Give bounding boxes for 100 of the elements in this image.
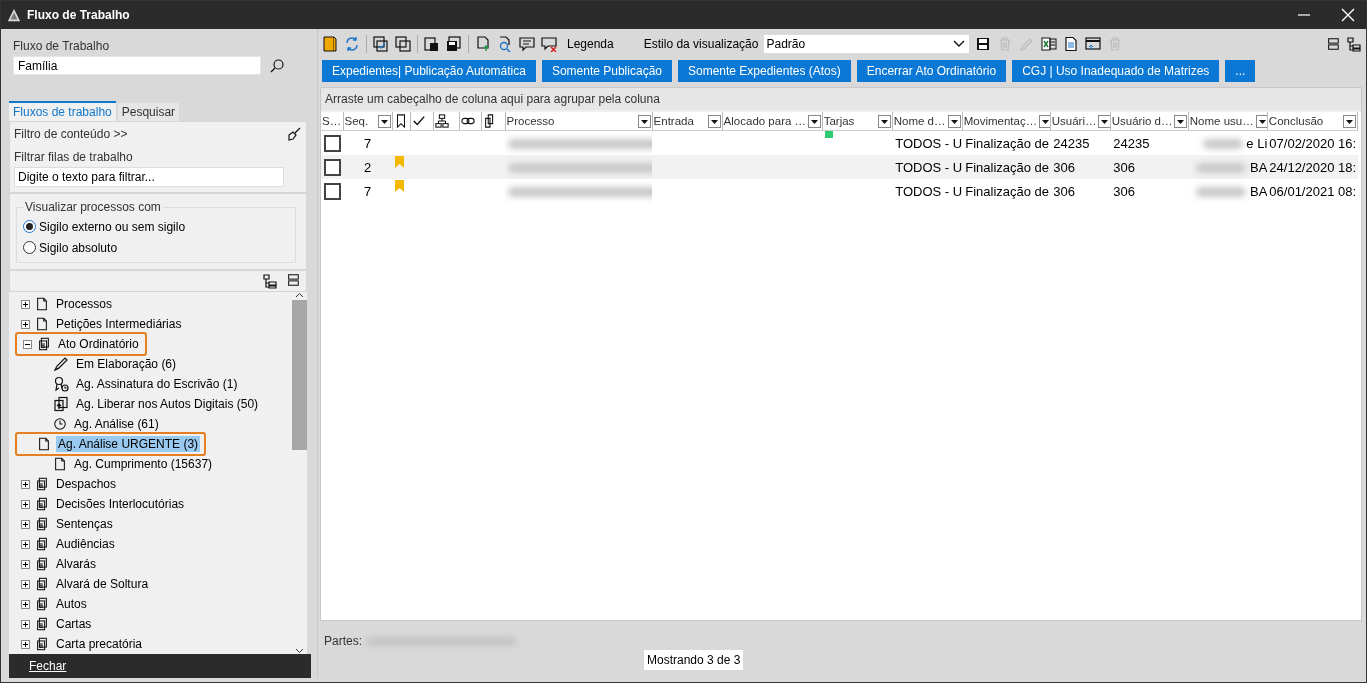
column-header[interactable]: Processo <box>506 115 555 127</box>
row-checkbox[interactable] <box>324 158 341 176</box>
content-filter-toggle[interactable]: Filtro de conteúdo >> <box>14 127 128 141</box>
row-checkbox[interactable] <box>324 134 341 152</box>
upload-document-icon[interactable] <box>475 36 491 52</box>
expand-toggle-icon[interactable] <box>21 519 30 529</box>
tree-item[interactable]: Em Elaboração (6) <box>74 356 179 372</box>
paste-icon[interactable] <box>424 36 440 52</box>
field-label: Filtrar filas de trabalho <box>14 150 134 164</box>
document-icon[interactable] <box>1063 36 1080 52</box>
tree-item[interactable]: Cartas <box>54 616 94 632</box>
column-header[interactable]: S… <box>322 115 342 127</box>
save-icon[interactable] <box>975 36 992 52</box>
close-button[interactable]: Fechar <box>29 659 67 673</box>
filter-dropdown-icon[interactable] <box>637 114 651 128</box>
tree-item[interactable]: Alvarás <box>54 556 98 572</box>
scrollbar[interactable] <box>292 292 307 654</box>
collapse-list-icon[interactable] <box>286 273 300 287</box>
column-header[interactable]: Nome usu… <box>1189 115 1254 127</box>
tree-item[interactable]: Autos <box>54 596 89 612</box>
table-cell: 24/12/2020 18: <box>1269 159 1357 175</box>
filter-dropdown-icon[interactable] <box>1343 114 1356 128</box>
tree-item[interactable]: Audiências <box>54 536 117 552</box>
search-document-icon[interactable] <box>497 36 513 52</box>
column-header[interactable]: Usuário d… <box>1111 115 1173 127</box>
table-cell: 306 <box>1053 183 1075 199</box>
expand-toggle-icon[interactable] <box>21 499 30 509</box>
expand-toggle-icon[interactable] <box>21 539 30 549</box>
tree-item[interactable]: Ato Ordinatório <box>56 336 141 352</box>
save-copy-icon[interactable] <box>446 36 462 52</box>
column-header[interactable]: Tarjas <box>823 115 855 127</box>
filter-dropdown-icon[interactable] <box>808 114 822 128</box>
filter-dropdown-icon[interactable] <box>1174 114 1188 128</box>
column-header[interactable]: Nome d… <box>893 115 946 127</box>
tree-item[interactable]: Decisões Interlocutórias <box>54 496 187 512</box>
filter-dropdown-icon[interactable] <box>707 114 721 128</box>
expand-toggle-icon[interactable] <box>21 479 30 489</box>
broom-icon[interactable] <box>286 126 302 142</box>
legend-button[interactable]: Legenda <box>567 37 614 51</box>
column-header[interactable]: Movimentaç… <box>963 115 1038 127</box>
filter-button[interactable]: Expedientes| Publicação Automática <box>322 60 536 82</box>
close-icon[interactable] <box>1340 7 1356 23</box>
tree-item[interactable]: Ag. Liberar nos Autos Digitais (50) <box>74 396 261 412</box>
expand-toggle-icon[interactable] <box>21 559 30 569</box>
tree-expand-icon[interactable] <box>1346 36 1362 52</box>
copy-icon[interactable] <box>395 36 411 52</box>
column-header[interactable]: Entrada <box>653 115 694 127</box>
tree-item[interactable]: Ag. Cumprimento (15637) <box>72 456 215 472</box>
filter-button[interactable]: Somente Expedientes (Atos) <box>678 60 851 82</box>
expand-toggle-icon[interactable] <box>21 319 30 329</box>
collapse-toggle-icon[interactable] <box>23 339 32 349</box>
tree-item[interactable]: Carta precatória <box>54 636 145 652</box>
comment-delete-icon[interactable] <box>541 36 557 52</box>
tree-item[interactable]: Ag. Análise URGENTE (3) <box>56 436 201 452</box>
filter-button[interactable]: CGJ | Uso Inadequado de Matrizes <box>1012 60 1220 82</box>
tree-item[interactable]: Processos <box>54 296 115 312</box>
window-icon[interactable] <box>1085 36 1102 52</box>
row-checkbox[interactable] <box>324 182 341 200</box>
expand-toggle-icon[interactable] <box>21 299 30 309</box>
refresh-icon[interactable] <box>344 36 360 52</box>
tree-item[interactable]: Sentenças <box>54 516 115 532</box>
view-style-dropdown[interactable]: Padrão <box>764 35 970 53</box>
scroll-up-icon[interactable] <box>295 292 304 298</box>
tree-item[interactable]: Alvará de Soltura <box>54 576 151 592</box>
workflow-field[interactable]: Família <box>13 56 261 75</box>
tree-item[interactable]: Petições Intermediárias <box>54 316 184 332</box>
tree-expand-icon[interactable] <box>262 273 278 289</box>
filter-button[interactable]: Somente Publicação <box>541 60 672 82</box>
tree-item[interactable]: Ag. Assinatura do Escrivão (1) <box>74 376 240 392</box>
filter-dropdown-icon[interactable] <box>1039 114 1050 128</box>
comment-icon[interactable] <box>519 36 535 52</box>
expand-toggle-icon[interactable] <box>21 579 30 589</box>
spreadsheet-icon[interactable] <box>1041 36 1058 52</box>
tree-item[interactable]: Ag. Análise (61) <box>72 416 161 432</box>
table-cell: TODOS - U <box>895 183 963 199</box>
filter-button[interactable]: ... <box>1225 60 1256 82</box>
filter-dropdown-icon[interactable] <box>1255 114 1267 128</box>
column-header[interactable]: Seq. <box>344 115 369 127</box>
scroll-down-icon[interactable] <box>295 648 304 654</box>
tree-item[interactable]: Despachos <box>54 476 119 492</box>
expand-toggle-icon[interactable] <box>21 599 30 609</box>
filter-dropdown-icon[interactable] <box>947 114 961 128</box>
filter-field[interactable]: Digite o texto para filtrar... <box>14 167 284 187</box>
filter-button[interactable]: Encerrar Ato Ordinatório <box>856 60 1007 82</box>
radio-button[interactable] <box>23 241 36 254</box>
filter-dropdown-icon[interactable] <box>377 114 391 128</box>
folder-icon[interactable] <box>322 35 338 53</box>
tab[interactable]: Fluxos de trabalho <box>9 101 116 121</box>
column-header[interactable]: Conclusão <box>1268 115 1324 127</box>
collapse-list-icon[interactable] <box>1326 37 1340 51</box>
filter-dropdown-icon[interactable] <box>1098 114 1110 128</box>
checklist-icon[interactable] <box>373 36 389 52</box>
column-header[interactable]: Usuári… <box>1051 115 1097 127</box>
filter-dropdown-icon[interactable] <box>877 114 891 128</box>
radio-button[interactable] <box>23 220 36 233</box>
column-header[interactable]: Alocado para … <box>723 115 807 127</box>
expand-toggle-icon[interactable] <box>21 619 30 629</box>
tab[interactable]: Pesquisar <box>117 103 180 121</box>
search-icon[interactable] <box>269 57 285 74</box>
expand-toggle-icon[interactable] <box>21 639 30 649</box>
